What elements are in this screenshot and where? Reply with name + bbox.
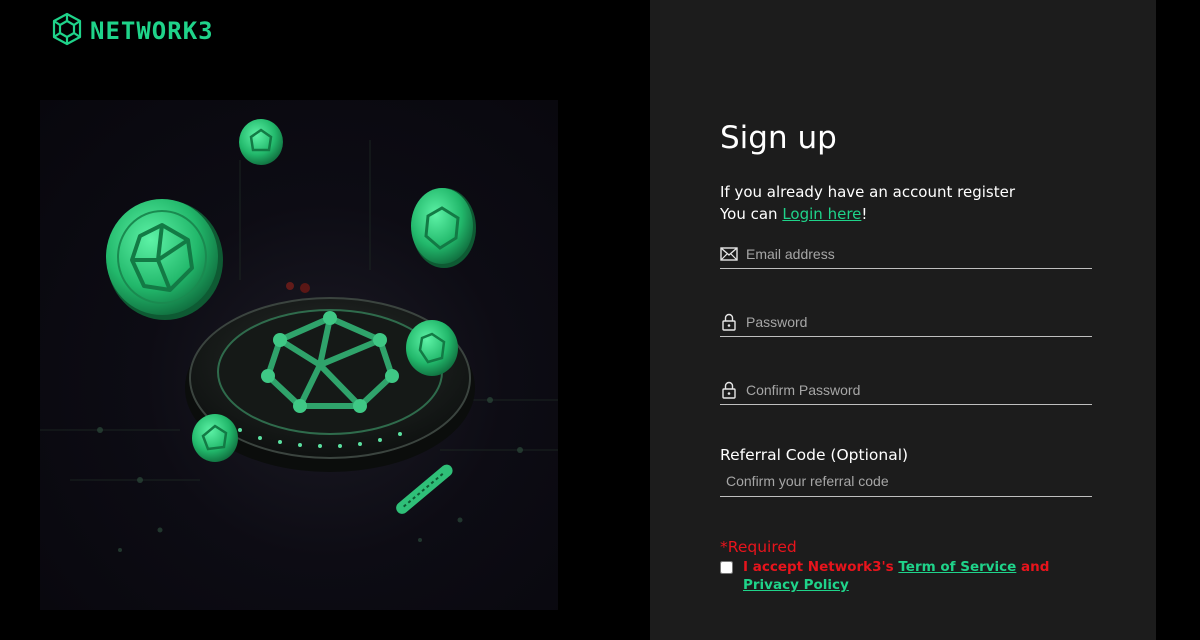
privacy-policy-link[interactable]: Privacy Policy <box>743 577 849 593</box>
confirm-password-input[interactable] <box>746 382 1076 398</box>
terms-and: and <box>1016 559 1050 575</box>
terms-prefix: I accept Network3's <box>743 559 899 575</box>
subtitle-line-1: If you already have an account register <box>720 183 1015 201</box>
subtitle-suffix: ! <box>861 205 868 223</box>
terms-text: I accept Network3's Term of Service and … <box>743 558 1083 594</box>
password-field[interactable] <box>720 308 1092 337</box>
subtitle-prefix: You can <box>720 205 783 223</box>
referral-input[interactable] <box>720 470 1086 492</box>
required-label: *Required <box>720 538 797 556</box>
page-title: Sign up <box>720 120 837 156</box>
right-edge <box>1156 0 1200 640</box>
login-link[interactable]: Login here <box>782 205 861 223</box>
subtitle-line-2: You can Login here! <box>720 203 1100 225</box>
brand-logo[interactable]: NETWORK3 <box>50 12 214 50</box>
left-panel: NETWORK3 <box>0 0 650 640</box>
brand-name: NETWORK3 <box>90 17 214 45</box>
email-field[interactable] <box>720 240 1092 269</box>
password-input[interactable] <box>746 314 1076 330</box>
terms-row: I accept Network3's Term of Service and … <box>720 558 1092 594</box>
confirm-password-field[interactable] <box>720 376 1092 405</box>
terms-of-service-link[interactable]: Term of Service <box>898 559 1016 575</box>
terms-checkbox[interactable] <box>720 561 733 574</box>
lock-icon <box>720 381 738 399</box>
lock-icon <box>720 313 738 331</box>
referral-field[interactable] <box>720 470 1092 497</box>
envelope-icon <box>720 245 738 263</box>
network3-logo-icon <box>50 12 84 50</box>
hero-illustration <box>40 100 558 610</box>
email-input[interactable] <box>746 246 1076 262</box>
referral-label: Referral Code (Optional) <box>720 446 909 464</box>
signup-subtitle: If you already have an account register … <box>720 181 1100 225</box>
signup-panel: Sign up If you already have an account r… <box>650 0 1156 640</box>
